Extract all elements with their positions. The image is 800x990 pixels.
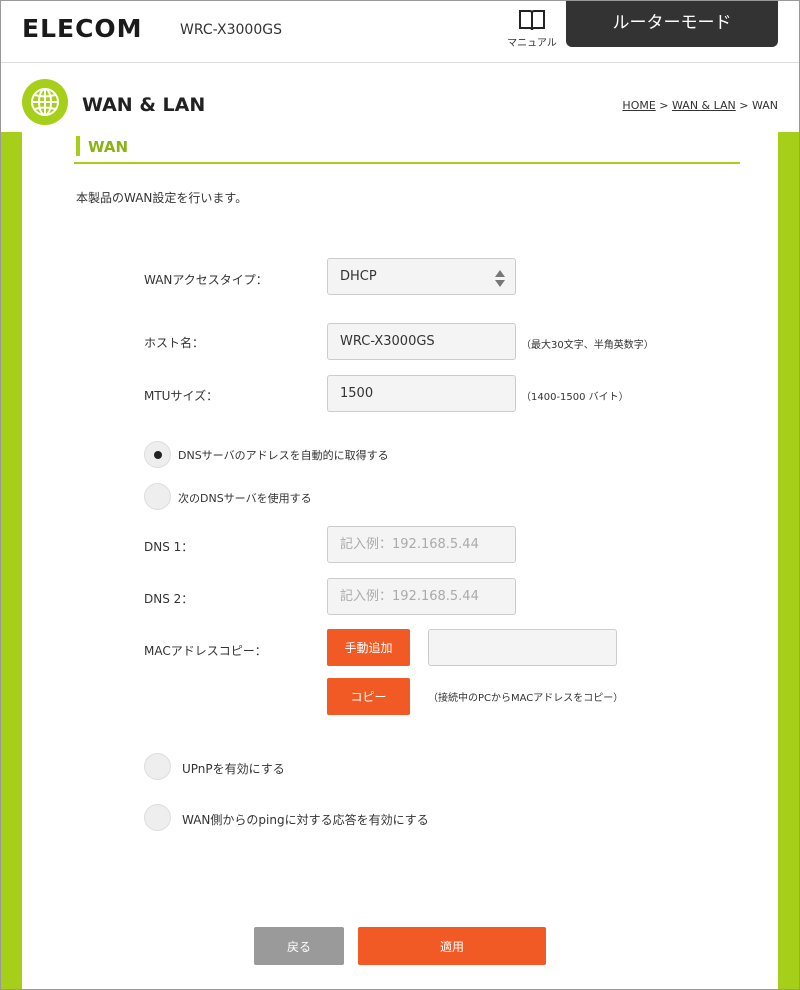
section-title: WAN xyxy=(88,138,129,156)
access-type-label: WANアクセスタイプ： xyxy=(144,273,268,287)
globe-icon xyxy=(22,79,68,125)
dns-auto-radio[interactable] xyxy=(144,441,171,468)
dns-manual-radio[interactable] xyxy=(144,483,171,510)
hostname-label: ホスト名： xyxy=(144,336,205,350)
dns2-label: DNS 2： xyxy=(144,592,194,606)
mtu-hint: （1400-1500 バイト） xyxy=(521,392,629,403)
mac-manual-add-button[interactable]: 手動追加 xyxy=(327,629,410,666)
dns1-input[interactable] xyxy=(327,526,516,563)
hostname-hint: （最大30文字、半角英数字） xyxy=(521,340,654,351)
dns-manual-label: 次のDNSサーバを使用する xyxy=(178,492,312,505)
upnp-toggle[interactable] xyxy=(144,753,171,780)
main-content: WAN 本製品のWAN設定を行います。 WANアクセスタイプ： DHCP ホスト… xyxy=(22,132,778,990)
mtu-label: MTUサイズ： xyxy=(144,389,219,403)
manual-button[interactable]: マニュアル xyxy=(506,8,558,52)
manual-label: マニュアル xyxy=(507,38,557,49)
radio-selected-dot xyxy=(154,451,162,459)
section-description: 本製品のWAN設定を行います。 xyxy=(76,191,248,205)
dns2-input[interactable] xyxy=(327,578,516,615)
hostname-input[interactable] xyxy=(327,323,516,360)
section-marker xyxy=(76,136,80,156)
model-name: WRC-X3000GS xyxy=(180,22,282,38)
section-header: WAN xyxy=(74,132,740,164)
page-title: WAN & LAN xyxy=(82,94,206,116)
dns1-label: DNS 1： xyxy=(144,540,194,554)
book-icon xyxy=(519,10,545,31)
breadcrumb-current: WAN xyxy=(751,99,778,112)
breadcrumb-separator: > xyxy=(735,99,752,112)
access-type-select[interactable]: DHCP xyxy=(327,258,516,295)
title-bar: WAN & LAN HOME > WAN & LAN > WAN xyxy=(0,62,800,132)
back-button[interactable]: 戻る xyxy=(254,927,344,965)
header: ELECOM WRC-X3000GS マニュアル ルーターモード xyxy=(0,0,800,62)
select-arrows-icon xyxy=(495,270,505,287)
mac-copy-button[interactable]: コピー xyxy=(327,678,410,715)
mode-indicator: ルーターモード xyxy=(566,0,778,47)
breadcrumb: HOME > WAN & LAN > WAN xyxy=(622,99,778,112)
breadcrumb-separator: > xyxy=(655,99,673,112)
upnp-label: UPnPを有効にする xyxy=(182,762,285,776)
breadcrumb-wanlan-link[interactable]: WAN & LAN xyxy=(672,99,736,112)
ping-label: WAN側からのpingに対する応答を有効にする xyxy=(182,813,429,827)
apply-button[interactable]: 適用 xyxy=(358,927,546,965)
access-type-value: DHCP xyxy=(340,269,377,284)
right-accent-bar xyxy=(778,132,800,990)
mac-address-input[interactable] xyxy=(428,629,617,666)
left-accent-bar xyxy=(0,132,22,990)
mac-copy-hint: （接続中のPCからMACアドレスをコピー） xyxy=(428,693,624,704)
mac-label: MACアドレスコピー： xyxy=(144,644,267,658)
brand-logo: ELECOM xyxy=(22,14,143,43)
ping-toggle[interactable] xyxy=(144,804,171,831)
breadcrumb-home-link[interactable]: HOME xyxy=(622,99,655,112)
dns-auto-label: DNSサーバのアドレスを自動的に取得する xyxy=(178,449,389,462)
mtu-input[interactable] xyxy=(327,375,516,412)
